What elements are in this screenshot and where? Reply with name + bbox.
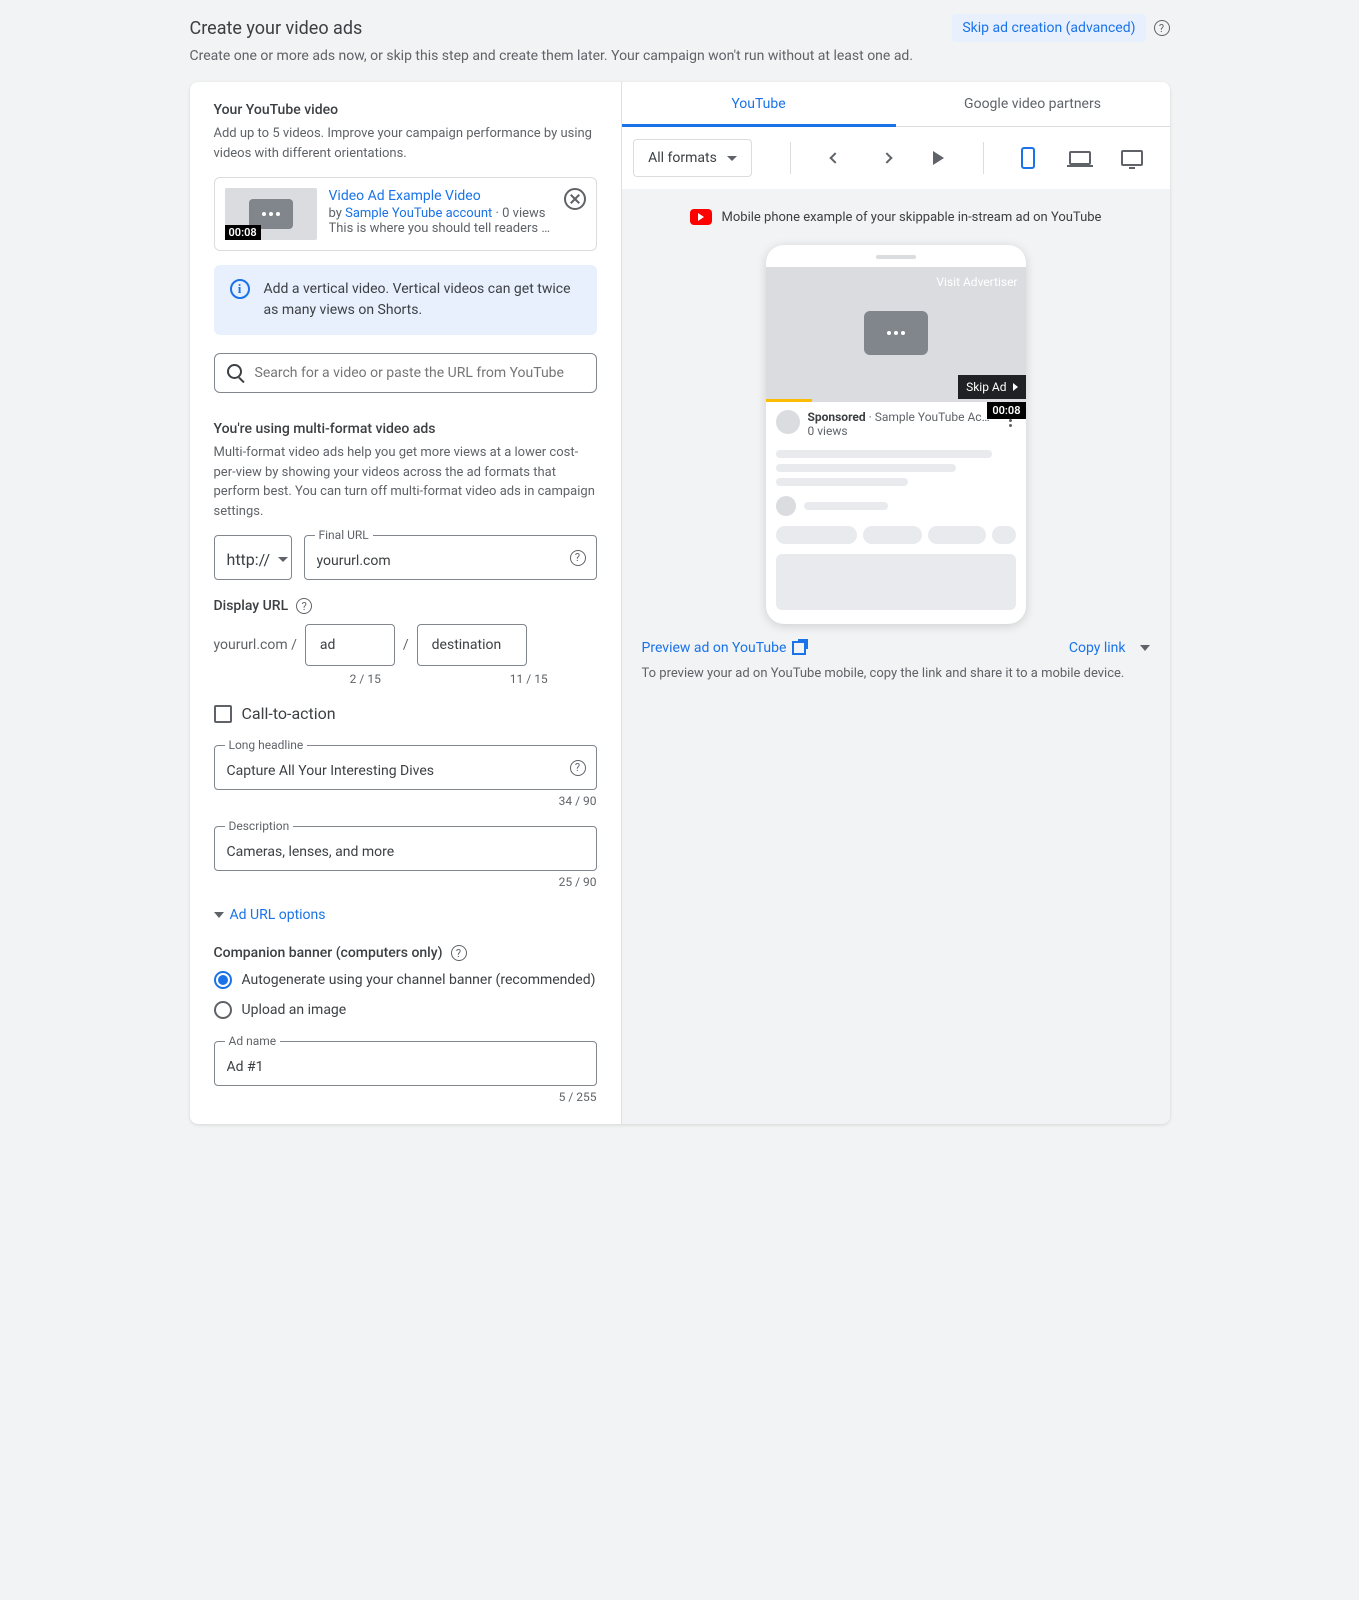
final-url-input[interactable] (317, 553, 584, 569)
ad-name-input[interactable] (227, 1059, 584, 1075)
display-path1-input[interactable] (320, 637, 380, 653)
help-icon[interactable]: ? (451, 945, 467, 961)
chevron-down-icon (214, 912, 224, 918)
ad-name-field[interactable]: Ad name (214, 1041, 597, 1086)
ad-url-options-toggle[interactable]: Ad URL options (214, 907, 597, 923)
final-url-field[interactable]: Final URL ? (304, 535, 597, 580)
external-link-icon (792, 641, 806, 655)
protocol-select[interactable]: http:// (214, 535, 292, 580)
visit-advertiser-badge: Visit Advertiser (936, 275, 1017, 289)
chevron-down-icon (278, 557, 288, 562)
companion-autogen-radio[interactable] (214, 971, 232, 989)
display-path2-field[interactable] (417, 624, 527, 666)
info-icon: i (230, 279, 250, 299)
display-path1-field[interactable] (305, 624, 395, 666)
play-button[interactable] (925, 144, 953, 172)
video-section-title: Your YouTube video (214, 102, 597, 118)
video-title-link[interactable]: Video Ad Example Video (329, 188, 552, 204)
display-path2-input[interactable] (432, 637, 512, 653)
help-icon[interactable]: ? (1154, 20, 1170, 36)
skip-ad-badge: Skip Ad (958, 375, 1025, 399)
final-url-label: Final URL (315, 528, 373, 542)
long-headline-input[interactable] (227, 763, 584, 779)
video-search-box[interactable] (214, 353, 597, 393)
cta-checkbox-label: Call-to-action (242, 704, 336, 723)
device-phone-button[interactable] (1014, 144, 1042, 172)
companion-autogen-label: Autogenerate using your channel banner (… (242, 972, 596, 988)
search-icon (227, 364, 245, 382)
tab-partners[interactable]: Google video partners (896, 82, 1170, 126)
long-headline-counter: 34 / 90 (214, 794, 597, 808)
preview-video-area: Visit Advertiser Skip Ad (766, 267, 1026, 399)
remove-video-button[interactable] (564, 188, 586, 210)
preview-duration-badge: 00:08 (987, 402, 1025, 419)
video-byline: by Sample YouTube account · 0 views (329, 206, 552, 221)
description-counter: 25 / 90 (214, 875, 597, 889)
preview-tabs: YouTube Google video partners (622, 82, 1170, 127)
cta-checkbox[interactable] (214, 705, 232, 723)
page-title: Create your video ads (190, 18, 363, 39)
description-field[interactable]: Description (214, 826, 597, 871)
description-label: Description (225, 819, 294, 833)
video-duration-badge: 00:08 (225, 225, 261, 240)
help-icon[interactable]: ? (570, 760, 586, 776)
video-section-desc: Add up to 5 videos. Improve your campaig… (214, 124, 597, 163)
video-desc: This is where you should tell readers … (329, 221, 552, 236)
skip-ad-creation-link[interactable]: Skip ad creation (advanced) (952, 14, 1145, 42)
help-icon[interactable]: ? (570, 550, 586, 566)
ad-name-label: Ad name (225, 1034, 281, 1048)
display-url-label: Display URL (214, 598, 289, 614)
avatar (776, 410, 800, 434)
video-thumbnail: 00:08 (225, 188, 317, 240)
preview-note: To preview your ad on YouTube mobile, co… (642, 666, 1150, 681)
preview-toolbar: All formats (622, 127, 1170, 189)
path2-counter: 11 / 15 (461, 672, 597, 686)
progress-bar: 00:08 (766, 399, 1026, 402)
multiformat-desc: Multi-format video ads help you get more… (214, 443, 597, 521)
long-headline-label: Long headline (225, 738, 308, 752)
preview-account: Sample YouTube Ac… (875, 410, 990, 424)
sponsored-label: Sponsored (808, 410, 866, 424)
chevron-down-icon (1140, 645, 1150, 651)
phone-notch (876, 255, 916, 259)
video-account-link[interactable]: Sample YouTube account (345, 206, 492, 221)
ad-name-counter: 5 / 255 (214, 1090, 597, 1104)
companion-upload-label: Upload an image (242, 1002, 347, 1018)
phone-preview: Visit Advertiser Skip Ad 00:08 Sponsored… (766, 245, 1026, 624)
divider (983, 142, 984, 174)
preview-on-youtube-link[interactable]: Preview ad on YouTube (642, 640, 807, 656)
companion-upload-radio[interactable] (214, 1001, 232, 1019)
video-card: 00:08 Video Ad Example Video by Sample Y… (214, 177, 597, 251)
youtube-icon (690, 209, 712, 225)
companion-banner-label: Companion banner (computers only) (214, 945, 443, 961)
video-search-input[interactable] (255, 365, 584, 381)
skeleton-content (766, 450, 1026, 624)
device-tv-button[interactable] (1118, 144, 1146, 172)
page-subtitle: Create one or more ads now, or skip this… (190, 48, 1170, 64)
divider (790, 142, 791, 174)
vertical-video-info-banner: i Add a vertical video. Vertical videos … (214, 265, 597, 335)
copy-link-button[interactable]: Copy link (1069, 640, 1150, 656)
multiformat-title: You're using multi-format video ads (214, 421, 597, 437)
device-laptop-button[interactable] (1066, 144, 1094, 172)
description-input[interactable] (227, 844, 584, 860)
next-button[interactable] (873, 144, 901, 172)
chevron-down-icon (727, 156, 737, 161)
display-url-prefix: yoururl.com / (214, 637, 297, 653)
prev-button[interactable] (821, 144, 849, 172)
path-separator: / (403, 637, 409, 653)
tab-youtube[interactable]: YouTube (622, 82, 896, 126)
format-select[interactable]: All formats (633, 139, 752, 177)
preview-views: 0 views (808, 424, 997, 438)
path1-counter: 2 / 15 (298, 672, 434, 686)
long-headline-field[interactable]: Long headline ? (214, 745, 597, 790)
help-icon[interactable]: ? (296, 598, 312, 614)
info-banner-text: Add a vertical video. Vertical videos ca… (264, 279, 581, 321)
preview-caption: Mobile phone example of your skippable i… (722, 210, 1102, 225)
